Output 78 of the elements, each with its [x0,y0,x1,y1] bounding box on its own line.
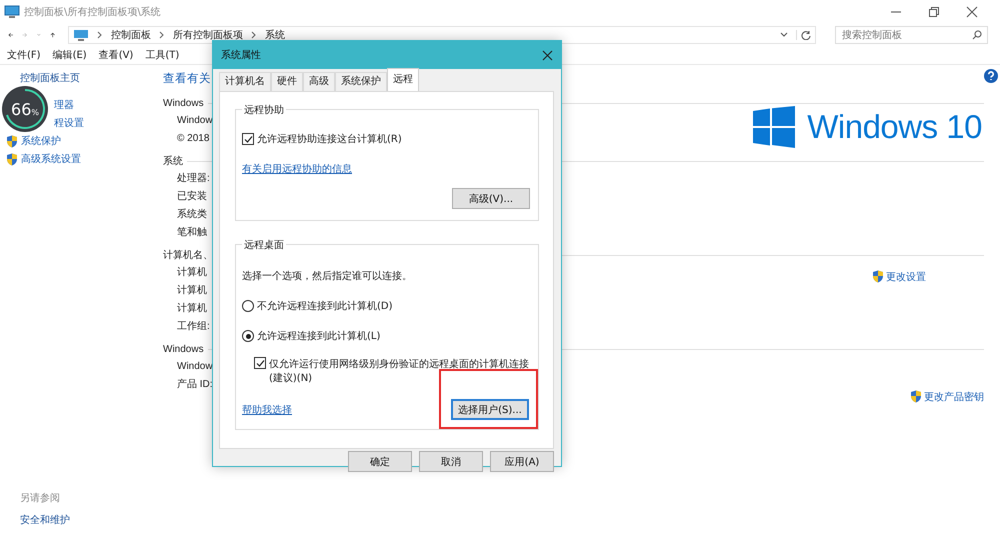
chevron-icon [251,31,257,39]
menu-item[interactable]: 查看(V) [98,48,134,62]
sidebar-link[interactable]: 系统保护 [21,134,61,148]
tab[interactable]: 计算机名 [219,72,271,91]
info-label: 产品 ID: [177,378,213,392]
menu-item[interactable]: 文件(F) [7,48,41,62]
info-link[interactable]: 有关启用远程协助的信息 [242,162,530,176]
help-link[interactable]: 帮助我选择 [242,402,292,416]
dialog-title: 系统属性 [221,48,261,62]
settings-link[interactable]: 更改产品密钥 [924,390,984,404]
dialog-button[interactable]: 取消 [419,451,483,472]
sidebar-link[interactable]: 控制面板主页 [20,71,163,85]
sidebar-link[interactable]: 高级系统设置 [21,152,81,166]
close-icon[interactable] [542,50,553,60]
search-field[interactable]: 搜索控制面板 [835,26,988,44]
tab[interactable]: 高级 [303,72,335,91]
tab[interactable]: 系统保护 [335,72,387,91]
radio-button[interactable] [242,300,254,312]
radio-label: 允许远程连接到此计算机(L) [257,330,380,343]
section-title: Windows [163,98,204,108]
dialog-button[interactable]: 确定 [348,451,412,472]
select-users-button[interactable]: 选择用户(S)... [451,399,529,420]
sidebar-link[interactable]: 程设置 [54,116,84,130]
windows-logo-icon [753,106,796,148]
help-icon[interactable] [984,69,998,83]
close-icon[interactable] [966,6,978,18]
settings-link[interactable]: 更改设置 [886,270,926,284]
refresh-icon[interactable] [796,30,811,40]
breadcrumb[interactable]: 控制面板 [111,28,151,42]
breadcrumb[interactable]: 系统 [265,28,285,42]
chevron-icon [159,31,165,39]
info-label: Window [177,114,213,128]
dialog-button[interactable]: 应用(A) [490,451,554,472]
section-label: 另请参阅 [20,492,61,505]
section-title: 计算机名、 [163,248,213,262]
tab[interactable]: 远程 [387,68,419,91]
section-title: Windows [163,344,204,354]
restore-icon[interactable] [928,6,940,18]
sidebar-link[interactable]: 理器 [54,98,74,112]
info-label: 计算机 [177,266,207,280]
radio-label: 不允许远程连接到此计算机(D) [257,300,393,313]
info-label: 已安装 [177,190,207,204]
info-label: 计算机 [177,284,207,298]
page-heading: 查看有关 [163,71,211,86]
sidebar-link[interactable]: 安全和维护 [20,513,163,527]
tab[interactable]: 硬件 [271,72,303,91]
shield-icon [6,152,18,166]
badge-value: 66% [11,100,39,118]
checkbox-label: 允许远程协助连接这台计算机(R) [257,132,402,146]
radio-button[interactable] [242,330,254,342]
instruction-text: 选择一个选项，然后指定谁可以连接。 [242,270,413,283]
info-label: 计算机 [177,302,207,316]
advanced-button[interactable]: 高级(V)... [452,188,530,209]
checkbox[interactable] [254,357,266,369]
info-label: 系统类 [177,208,207,222]
section-title: 系统 [163,154,183,168]
info-label: 工作组: [177,320,210,334]
info-label: 笔和触 [177,226,207,240]
window-title: 控制面板\所有控制面板项\系统 [24,6,161,19]
breadcrumb[interactable]: 所有控制面板项 [173,28,243,42]
info-label: Window [177,360,213,374]
chevron-icon [97,31,103,39]
info-label: 处理器: [177,172,210,186]
group-title: 远程协助 [242,103,286,117]
shield-icon [910,390,922,403]
shield-icon [6,134,18,148]
menu-item[interactable]: 工具(T) [145,48,180,62]
search-icon [972,30,982,40]
logo-text: Windows 10 [807,108,982,146]
group-title: 远程桌面 [242,238,286,252]
checkbox-label: 仅允许运行使用网络级别身份验证的远程桌面的计算机连接(建议)(N) [269,358,530,385]
computer-icon [4,5,20,19]
info-label: © 2018 [177,132,210,146]
checkbox[interactable] [242,133,254,145]
computer-icon [73,28,89,42]
shield-icon [872,270,884,283]
dropdown-icon[interactable] [780,31,788,39]
menu-item[interactable]: 编辑(E) [52,48,87,62]
